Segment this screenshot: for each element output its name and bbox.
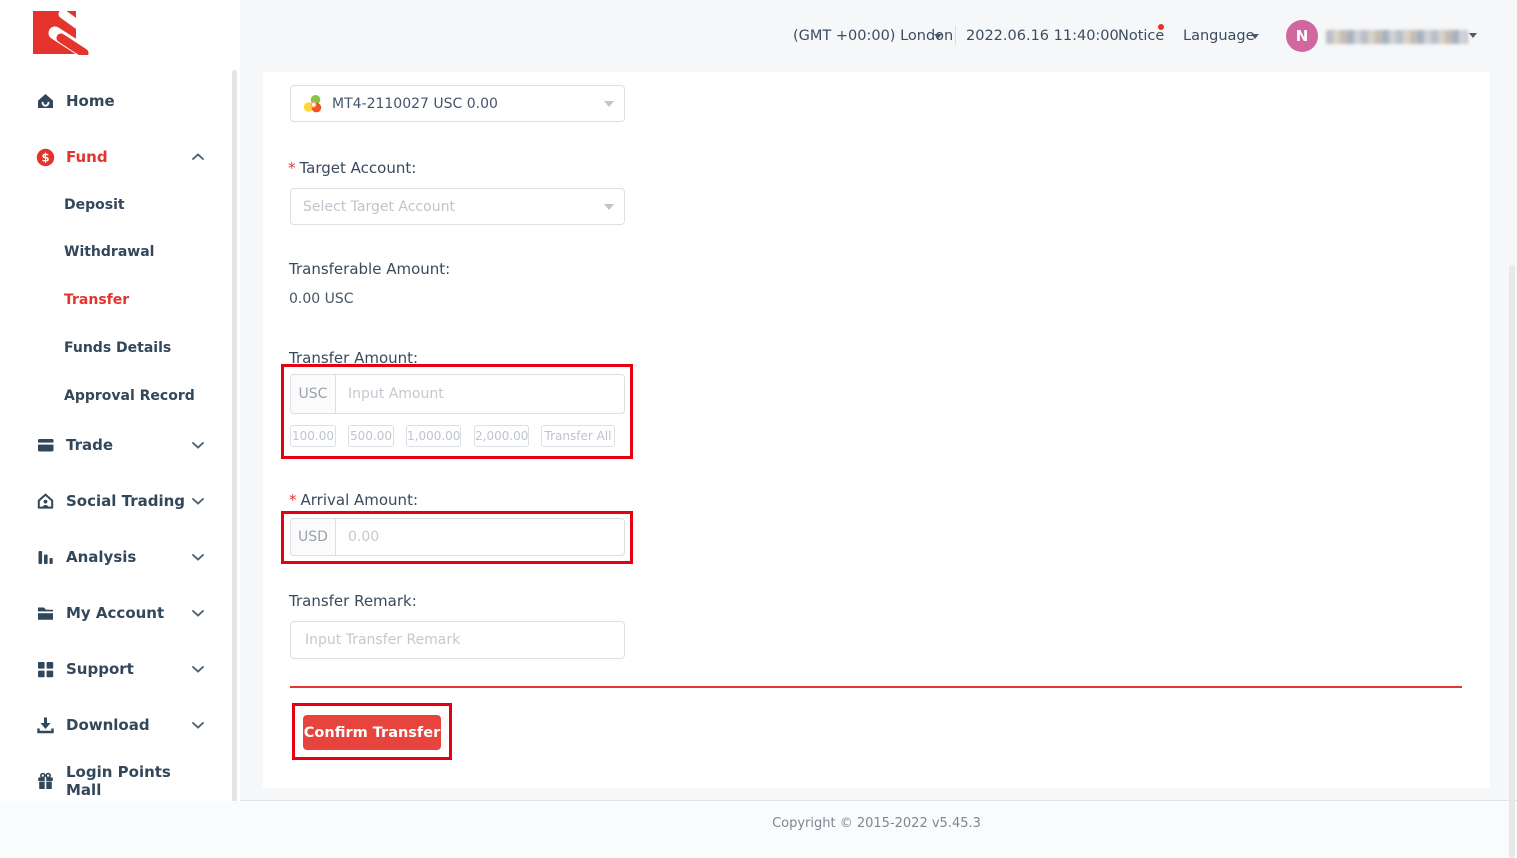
arrival-amount-label: *Arrival Amount: [289,491,418,509]
transfer-remark-label: Transfer Remark: [289,592,417,610]
transfer-remark-input[interactable] [290,621,625,659]
header-divider [955,26,956,45]
sidebar-item-analysis[interactable]: Analysis [36,545,204,569]
target-account-placeholder: Select Target Account [303,199,455,215]
copyright-text: Copyright © 2015-2022 v5.45.3 [263,816,1490,831]
arrival-amount-input-group: USD [290,518,625,556]
chevron-down-icon [192,609,204,617]
social-trading-icon [36,492,55,511]
sidebar-item-label: Analysis [66,548,136,566]
required-asterisk: * [288,159,296,177]
chevron-down-icon [192,553,204,561]
subitem-label: Approval Record [64,388,195,404]
source-account-select[interactable]: MT4-2110027 USC 0.00 [290,85,625,122]
notice-button[interactable]: Notice [1118,28,1164,44]
sidebar-subitem-deposit[interactable]: Deposit [64,195,125,215]
home-icon [36,92,55,111]
grid-icon [36,660,55,679]
form-divider [290,686,1462,688]
transfer-amount-input-group: USC [290,374,625,414]
datetime-label: 2022.06.16 11:40:00 [966,28,1119,44]
sidebar-item-label: Home [66,92,115,110]
download-icon [36,716,55,735]
sidebar-item-download[interactable]: Download [36,713,204,737]
transferable-amount-value: 0.00 USC [289,291,354,307]
sidebar-item-label: Social Trading [66,492,185,510]
arrival-currency-prefix: USD [291,519,336,555]
transfer-amount-label: Transfer Amount: [289,349,418,367]
subitem-label: Withdrawal [64,244,154,260]
brand-logo-icon [31,9,89,55]
svg-text:$: $ [41,150,49,164]
brand-logo[interactable] [31,9,89,59]
notice-label: Notice [1118,28,1164,44]
sidebar-item-fund[interactable]: $ Fund [36,145,204,169]
avatar-letter: N [1296,27,1309,45]
transfer-amount-input[interactable] [336,375,624,413]
sidebar-item-label: Download [66,716,150,734]
quick-amount-2000-button[interactable]: 2,000.00 [474,425,529,447]
sidebar-item-trade[interactable]: Trade [36,433,204,457]
trade-icon [36,436,55,455]
chevron-down-icon [192,665,204,673]
datetime-display: 2022.06.16 11:40:00 [966,28,1119,44]
footer-divider [240,800,1517,801]
sidebar-item-my-account[interactable]: My Account [36,601,204,625]
sidebar-item-label: Login Points Mall [66,763,204,799]
transfer-all-button[interactable]: Transfer All [541,425,615,447]
sidebar-item-login-points-mall[interactable]: Login Points Mall [36,769,204,793]
sidebar-item-social-trading[interactable]: Social Trading [36,489,204,513]
sidebar-item-label: Fund [66,148,108,166]
page-scrollbar[interactable] [1509,265,1515,858]
timezone-dropdown[interactable]: (GMT +00:00) London [793,28,953,44]
source-account-value: MT4-2110027 USC 0.00 [332,96,498,112]
chevron-down-icon [192,441,204,449]
sidebar-item-label: Support [66,660,134,678]
transfer-page: Home $ Fund Deposit Withdrawal Transfer … [0,0,1517,858]
gift-icon [36,772,55,791]
sidebar-item-label: Trade [66,436,113,454]
notice-badge-dot [1158,24,1164,30]
sidebar-subitem-approval-record[interactable]: Approval Record [64,386,195,406]
arrival-amount-input[interactable] [336,519,624,555]
user-menu-caret-icon[interactable] [1469,33,1477,38]
sidebar-subitem-transfer[interactable]: Transfer [64,290,129,310]
target-account-label: *Target Account: [288,159,416,177]
select-caret-icon [604,204,614,210]
sidebar-scrollbar[interactable] [232,70,237,845]
subitem-label: Transfer [64,292,129,308]
user-avatar[interactable]: N [1286,20,1318,52]
timezone-caret-icon [934,34,942,39]
chevron-up-icon [192,153,204,161]
bar-chart-icon [36,548,55,567]
timezone-label: (GMT +00:00) London [793,28,953,44]
sidebar-item-home[interactable]: Home [36,89,204,113]
select-caret-icon [604,101,614,107]
transferable-amount-label: Transferable Amount: [289,260,450,278]
transfer-currency-prefix: USC [291,375,336,413]
language-label: Language [1183,28,1255,44]
required-asterisk: * [289,491,297,509]
chevron-down-icon [192,497,204,505]
quick-amount-1000-button[interactable]: 1,000.00 [406,425,461,447]
language-dropdown[interactable]: Language [1183,28,1255,44]
quick-amount-100-button[interactable]: 100.00 [290,425,336,447]
folder-icon [36,604,55,623]
sidebar-item-support[interactable]: Support [36,657,204,681]
subitem-label: Funds Details [64,340,171,356]
mt4-account-icon [303,94,323,114]
sidebar-item-label: My Account [66,604,164,622]
confirm-transfer-button[interactable]: Confirm Transfer [303,715,441,750]
dollar-circle-icon: $ [36,148,55,167]
target-account-select[interactable]: Select Target Account [290,188,625,225]
sidebar-subitem-withdrawal[interactable]: Withdrawal [64,242,154,262]
language-caret-icon [1251,34,1259,39]
subitem-label: Deposit [64,197,125,213]
sidebar-subitem-funds-details[interactable]: Funds Details [64,338,171,358]
sidebar: Home $ Fund Deposit Withdrawal Transfer … [0,0,240,858]
chevron-down-icon [192,721,204,729]
quick-amount-500-button[interactable]: 500.00 [348,425,394,447]
user-name-redacted [1326,30,1468,44]
